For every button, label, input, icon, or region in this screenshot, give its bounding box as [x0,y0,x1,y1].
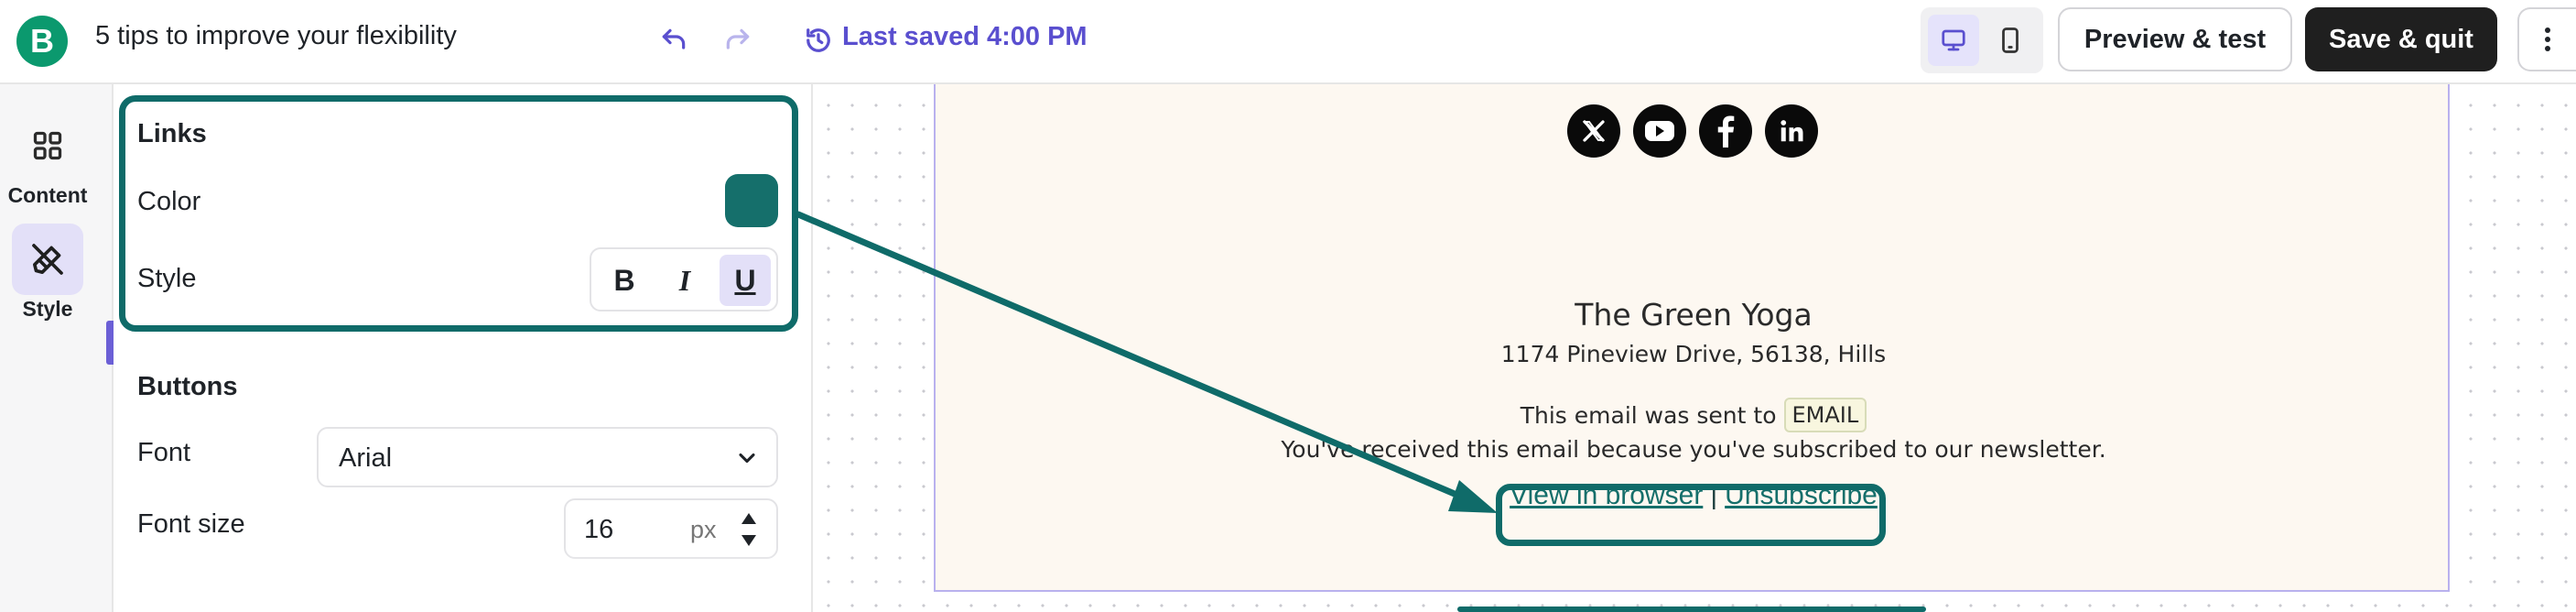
mobile-view-button[interactable] [1985,15,2036,66]
sent-to-line: This email was sent to EMAIL [936,398,2452,432]
stepper-arrows-icon[interactable] [736,509,762,550]
top-bar: B 5 tips to improve your flexibility Las… [0,0,2576,84]
redo-icon[interactable] [718,20,758,60]
email-editor: B 5 tips to improve your flexibility Las… [0,0,2576,612]
paintbrush-icon [32,244,63,275]
mobile-icon [2002,27,2019,53]
rail-item-style[interactable]: Style [0,224,95,322]
font-size-unit: px [690,516,717,543]
desktop-icon [1942,29,1965,51]
rail-item-label: Content [7,183,88,207]
save-quit-button[interactable]: Save & quit [2305,7,2497,71]
company-address: 1174 Pineview Drive, 56138, Hills [1500,341,1887,367]
desktop-view-button[interactable] [1928,15,1979,66]
more-vertical-icon [2545,27,2550,51]
undo-icon[interactable] [654,20,694,60]
linkedin-icon[interactable] [1765,104,1818,158]
device-preview-toggle [1921,7,2043,73]
rail-item-label: Style [22,297,73,321]
button-font-label: Font [137,438,191,467]
font-select-value: Arial [339,443,393,473]
x-icon[interactable] [1567,104,1620,158]
company-name: The Green Yoga [1575,297,1813,333]
last-saved-status: Last saved 4:00 PM [842,22,1088,51]
links-section-highlight [119,95,798,332]
footer-links-highlight [1496,484,1886,546]
more-options-button[interactable] [2517,7,2576,71]
buttons-section-title: Buttons [137,372,238,401]
sent-to-text: This email was sent to [1520,401,1777,429]
brevo-logo[interactable]: B [16,16,68,67]
rail-item-content[interactable]: Content [0,110,95,208]
chevron-down-icon [739,453,755,464]
preview-test-button[interactable]: Preview & test [2058,7,2292,71]
panel-scroll-fade [115,550,811,612]
next-block-indicator [1457,607,1926,612]
subscription-reason: You've received this email because you'v… [1281,436,2106,463]
facebook-icon[interactable] [1699,104,1752,158]
left-rail: Content Style [0,84,114,612]
youtube-icon[interactable] [1633,104,1686,158]
social-icons-row [936,104,2452,159]
font-size-value: 16 [584,515,614,544]
document-title[interactable]: 5 tips to improve your flexibility [95,21,457,51]
active-indicator [106,321,114,365]
button-font-size-label: Font size [137,509,245,539]
history-icon[interactable] [798,20,839,60]
grid-icon [33,131,62,160]
email-merge-tag[interactable]: EMAIL [1783,398,1867,432]
button-font-select[interactable]: Arial [317,427,778,487]
